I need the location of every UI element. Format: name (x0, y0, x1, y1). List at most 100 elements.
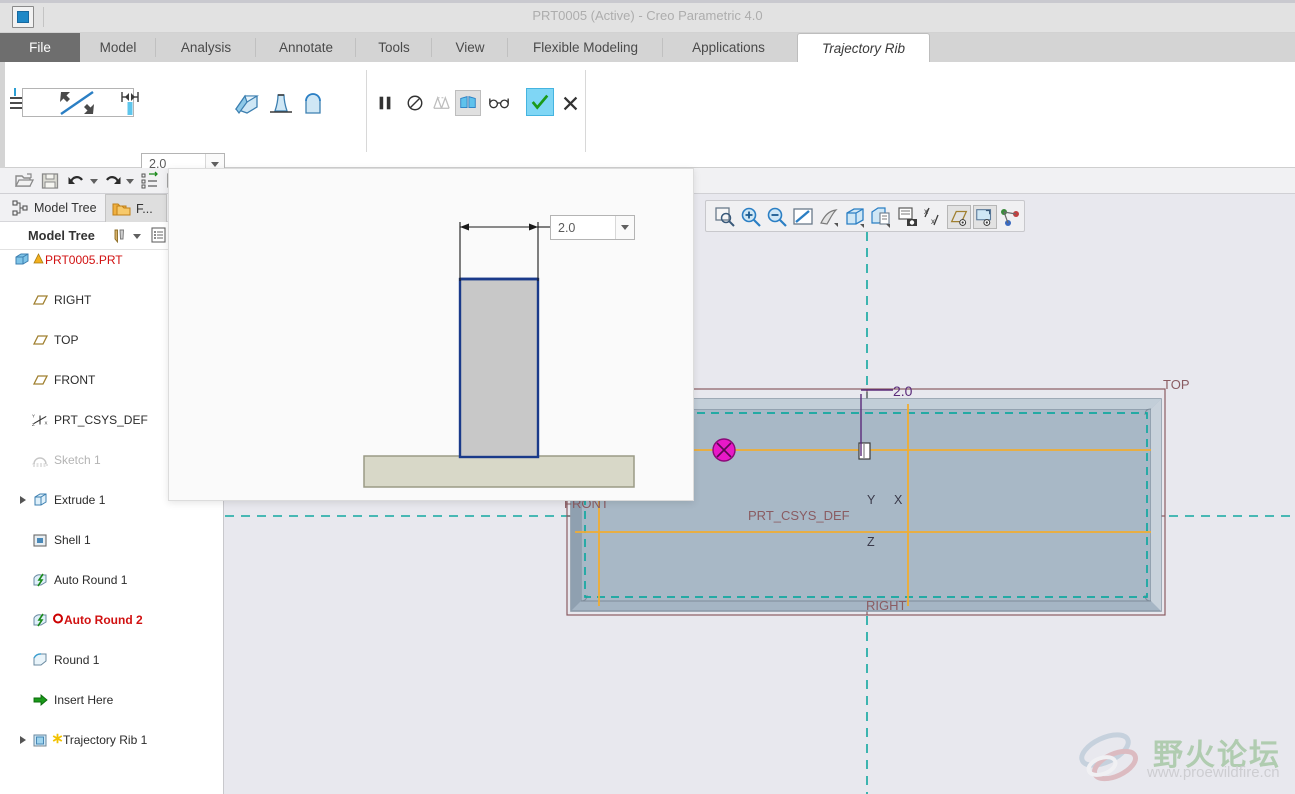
tree-item-label: Extrude 1 (54, 493, 106, 507)
tab-trajectory-rib[interactable]: Trajectory Rib (797, 33, 930, 62)
datum-plane-icon (32, 335, 48, 345)
zoom-to-fit-icon[interactable] (713, 205, 737, 229)
pause-icon[interactable] (372, 90, 398, 116)
tab-applications[interactable]: Applications (663, 33, 794, 62)
chevron-down-icon (621, 225, 629, 230)
expander-icon[interactable] (20, 736, 26, 744)
chevron-down-icon (211, 161, 219, 167)
rib-thickness-dimension[interactable]: 2.0 (893, 383, 912, 399)
tab-divider (431, 38, 432, 57)
preview-shaded-icon[interactable] (455, 90, 481, 116)
shape-thickness-dropdown[interactable] (615, 216, 634, 239)
rib-solid-icon[interactable] (231, 89, 261, 119)
tab-view[interactable]: View (432, 33, 508, 62)
tree-item-label: Sketch 1 (54, 453, 101, 467)
tree-item-label: Round 1 (54, 653, 100, 667)
error-badge-icon (53, 613, 63, 624)
tree-item-auto-round-2[interactable]: Auto Round 2 (0, 610, 224, 630)
tab-annotate[interactable]: Annotate (256, 33, 356, 62)
undo-icon[interactable] (66, 171, 86, 191)
width-dimension-icon (121, 92, 139, 115)
tree-item-auto-round-1[interactable]: Auto Round 1 (0, 570, 224, 590)
tree-item-label: Trajectory Rib 1 (63, 733, 148, 747)
tab-divider (662, 38, 663, 57)
datum-label-top[interactable]: TOP (1163, 377, 1190, 392)
model-tree-title: Model Tree (28, 228, 95, 243)
shape-thickness-input[interactable]: 2.0 (550, 215, 635, 240)
tab-file[interactable]: File (0, 33, 80, 62)
axis-label-x: X (894, 493, 903, 507)
preview-wireframe-icon[interactable] (428, 90, 454, 116)
save-icon[interactable] (40, 171, 60, 191)
auto-round-icon (33, 573, 47, 587)
tools-filter-icon[interactable] (110, 227, 128, 245)
ribbon-left-edge (0, 62, 5, 168)
cancel-x-icon[interactable] (557, 90, 583, 116)
no-entry-icon[interactable] (402, 90, 428, 116)
watermark-logo-icon (1079, 732, 1138, 782)
rib-draft-icon[interactable] (266, 89, 296, 119)
axis-label-z: Z (867, 535, 875, 549)
tree-item-label: RIGHT (54, 293, 92, 307)
tab-model[interactable]: Model (80, 33, 156, 62)
chevron-down-icon[interactable] (133, 234, 141, 239)
shape-panel-popup[interactable]: 2.0 (168, 168, 694, 501)
flip-direction-icon (60, 91, 94, 115)
display-style-icon[interactable] (843, 205, 867, 229)
tree-item-label: Auto Round 1 (54, 573, 128, 587)
view-manager-icon[interactable] (896, 205, 920, 229)
accept-check-icon[interactable] (526, 88, 554, 116)
insert-here-arrow-icon (33, 694, 48, 706)
navigator-tab-folder-browser[interactable]: F... (105, 194, 167, 222)
navigator-tab-model-tree[interactable]: Model Tree (6, 194, 110, 222)
tab-analysis[interactable]: Analysis (156, 33, 256, 62)
undo-dropdown-icon[interactable] (90, 179, 98, 184)
tree-item-label: Insert Here (54, 693, 114, 707)
datum-display-icon[interactable] (817, 205, 841, 229)
tree-item-round1[interactable]: Round 1 (0, 650, 224, 670)
annotation-display-icon[interactable]: x x (922, 205, 946, 229)
window-title: PRT0005 (Active) - Creo Parametric 4.0 (532, 8, 763, 23)
preview-rib-body (458, 277, 540, 459)
tab-divider (255, 38, 256, 57)
model-tree-icon (12, 200, 28, 216)
datum-label-right[interactable]: RIGHT (866, 598, 906, 613)
regenerate-icon[interactable] (140, 171, 160, 191)
tab-tools[interactable]: Tools (356, 33, 432, 62)
warning-triangle-icon (33, 253, 44, 264)
redo-icon[interactable] (103, 171, 123, 191)
tree-item-insert-here[interactable]: Insert Here (0, 690, 224, 710)
datum-plane-icon (32, 375, 48, 385)
tree-item-label: Shell 1 (54, 533, 91, 547)
csys-label[interactable]: PRT_CSYS_DEF (748, 508, 850, 523)
tab-divider (155, 38, 156, 57)
layer-display-icon[interactable] (973, 205, 997, 229)
rib-round-icon[interactable] (298, 89, 328, 119)
datum-plane-icon (32, 295, 48, 305)
shell-icon (33, 534, 47, 547)
tree-item-label: FRONT (54, 373, 96, 387)
zoom-out-icon[interactable] (765, 205, 789, 229)
saved-views-icon[interactable] (869, 205, 893, 229)
watermark: 野火论坛 www.proewildfire.cn (1075, 728, 1285, 790)
tab-divider (355, 38, 356, 57)
ribbon-group-separator (585, 70, 586, 152)
tree-item-trajectory-rib-1[interactable]: Trajectory Rib 1 (0, 730, 224, 750)
tab-flexible-modeling[interactable]: Flexible Modeling (508, 33, 663, 62)
tab-divider (507, 38, 508, 57)
glasses-preview-icon[interactable] (486, 90, 512, 116)
auto-round-icon (33, 613, 47, 627)
repaint-icon[interactable] (791, 205, 815, 229)
tree-item-label: PRT0005.PRT (45, 253, 123, 267)
tree-item-label: PRT_CSYS_DEF (54, 413, 148, 427)
spin-center-icon[interactable] (998, 205, 1022, 229)
tree-item-label: TOP (54, 333, 79, 347)
tree-item-shell1[interactable]: Shell 1 (0, 530, 224, 550)
tree-display-icon[interactable] (150, 226, 167, 244)
redo-dropdown-icon[interactable] (126, 179, 134, 184)
open-icon[interactable] (14, 171, 34, 191)
expander-icon[interactable] (20, 496, 26, 504)
svg-text:Y: Y (32, 413, 35, 418)
zoom-in-icon[interactable] (739, 205, 763, 229)
plane-display-icon[interactable] (947, 205, 971, 229)
